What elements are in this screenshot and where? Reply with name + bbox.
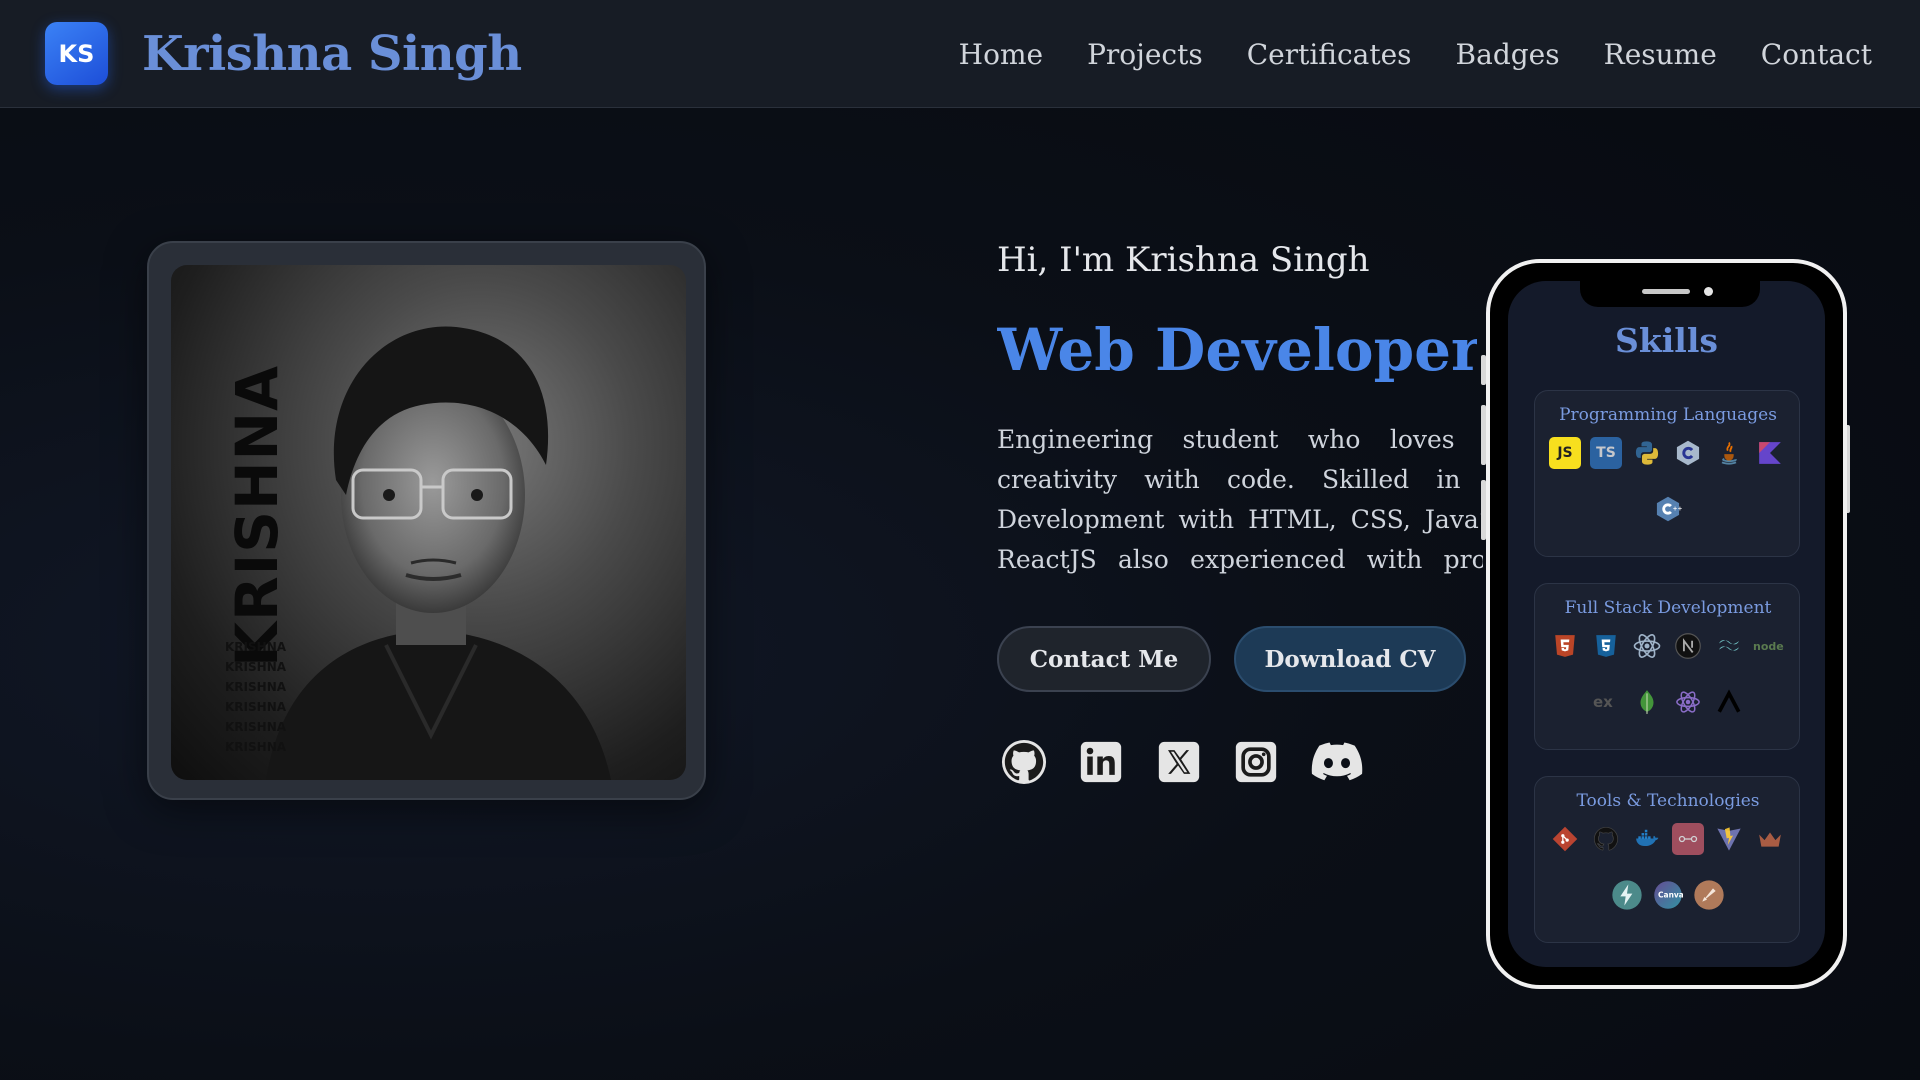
nav-resume[interactable]: Resume <box>1604 38 1717 71</box>
photo-small-text: KRISHNA KRISHNA KRISHNA KRISHNA KRISHNA … <box>225 640 287 754</box>
css3-icon <box>1590 630 1622 662</box>
mongodb-icon <box>1631 686 1663 718</box>
contact-me-button[interactable]: Contact Me <box>997 626 1211 692</box>
java-icon <box>1713 437 1745 469</box>
svg-text:++: ++ <box>1673 507 1682 513</box>
profile-photo-frame: KRISHNA KRISHNA KRISHNA KRISHNA KRISHNA … <box>147 241 706 800</box>
typescript-icon: TS <box>1590 437 1622 469</box>
profile-photo: KRISHNA KRISHNA KRISHNA KRISHNA KRISHNA … <box>171 265 686 780</box>
svg-text:ex: ex <box>1593 693 1613 711</box>
headline: Web Developer & <box>997 316 1477 384</box>
nav-home[interactable]: Home <box>959 38 1043 71</box>
nav-badges[interactable]: Badges <box>1456 38 1560 71</box>
git-icon <box>1549 823 1581 855</box>
brand-name[interactable]: Krishna Singh <box>142 22 522 86</box>
skill-card-tools-technologies: Tools & Technologies Canva <box>1534 776 1800 943</box>
docker-icon <box>1631 823 1663 855</box>
tailwind-icon <box>1713 630 1745 662</box>
react-icon <box>1631 630 1663 662</box>
nav-certificates[interactable]: Certificates <box>1247 38 1412 71</box>
phone-notch <box>1580 281 1760 307</box>
logo-badge[interactable]: KS <box>45 22 108 85</box>
nav-contact[interactable]: Contact <box>1761 38 1872 71</box>
thunder-client-icon <box>1611 879 1643 911</box>
greeting: Hi, I'm Krishna Singh <box>997 240 1370 280</box>
postman-icon <box>1672 823 1704 855</box>
skill-card-full-stack-development: Full Stack Development node ex <box>1534 583 1800 750</box>
svg-text:Canva: Canva <box>1658 891 1683 900</box>
card-title: Full Stack Development <box>1564 598 1772 618</box>
redux-icon <box>1672 686 1704 718</box>
phone-screen: Skills Programming Languages JS TS ++ Fu… <box>1508 281 1825 967</box>
c-icon <box>1672 437 1704 469</box>
express-icon: ex <box>1590 686 1622 718</box>
linkedin-icon[interactable] <box>1077 738 1125 786</box>
photo-name-text: KRISHNA <box>223 365 291 667</box>
kotlin-icon <box>1754 437 1786 469</box>
skill-card-programming-languages: Programming Languages JS TS ++ <box>1534 390 1800 557</box>
description: Engineering student who loves combining … <box>997 425 1483 574</box>
headline-wrapper: Web Developer & <box>997 310 1477 390</box>
canva-icon: Canva <box>1652 879 1684 911</box>
crown-icon <box>1754 823 1786 855</box>
github-icon <box>1590 823 1622 855</box>
github-icon[interactable] <box>1000 738 1048 786</box>
card-title: Tools & Technologies <box>1576 791 1760 811</box>
card-title: Programming Languages <box>1559 405 1777 425</box>
nav-links: Home Projects Certificates Badges Resume… <box>959 30 1872 78</box>
phone-mockup: Skills Programming Languages JS TS ++ Fu… <box>1486 259 1847 989</box>
navbar: KS Krishna Singh Home Projects Certifica… <box>0 0 1920 108</box>
description-wrapper: Engineering student who loves combining … <box>997 420 1483 580</box>
cpp-icon: ++ <box>1652 493 1684 525</box>
x-icon[interactable] <box>1155 738 1203 786</box>
vite-icon <box>1713 823 1745 855</box>
html5-icon <box>1549 630 1581 662</box>
nodejs-icon: node <box>1752 630 1788 662</box>
vercel-icon <box>1713 686 1745 718</box>
svg-text:node: node <box>1753 640 1784 653</box>
skills-title: Skills <box>1615 321 1718 360</box>
download-cv-button[interactable]: Download CV <box>1234 626 1466 692</box>
javascript-icon: JS <box>1549 437 1581 469</box>
nav-projects[interactable]: Projects <box>1087 38 1203 71</box>
python-icon <box>1631 437 1663 469</box>
nextjs-icon <box>1672 630 1704 662</box>
figma-icon <box>1693 879 1725 911</box>
instagram-icon[interactable] <box>1232 738 1280 786</box>
discord-icon[interactable] <box>1310 738 1364 786</box>
